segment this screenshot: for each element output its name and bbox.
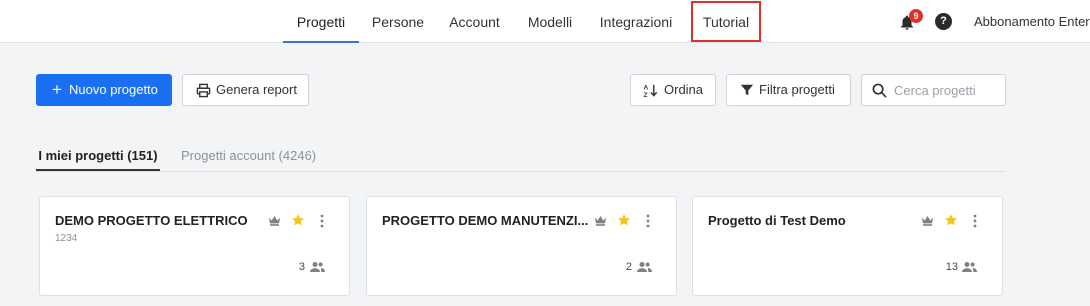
search-input[interactable]	[894, 81, 1002, 99]
svg-text:Z: Z	[644, 92, 648, 98]
new-project-button[interactable]: + Nuovo progetto	[36, 74, 172, 106]
svg-text:A: A	[644, 85, 649, 92]
member-count: 13	[945, 261, 958, 273]
people-icon	[962, 262, 977, 272]
nav-tab-account[interactable]: Account	[443, 0, 506, 43]
help-icon[interactable]: ?	[935, 13, 952, 30]
star-icon[interactable]	[617, 213, 631, 227]
filter-projects-label: Filtra progetti	[759, 82, 835, 97]
project-card[interactable]: Progetto di Test Demo 13	[692, 196, 1003, 296]
nav-tab-integrazioni[interactable]: Integrazioni	[594, 0, 678, 43]
member-count: 2	[625, 261, 632, 273]
nav-tab-persone[interactable]: Persone	[366, 0, 430, 43]
generate-report-button[interactable]: Genera report	[182, 74, 309, 106]
new-project-label: Nuovo progetto	[69, 82, 158, 97]
filter-icon	[740, 84, 754, 96]
crown-icon[interactable]	[594, 215, 607, 226]
generate-report-label: Genera report	[216, 82, 297, 97]
project-card[interactable]: PROGETTO DEMO MANUTENZI... 2	[366, 196, 677, 296]
printer-icon	[196, 83, 211, 98]
more-options-icon[interactable]	[319, 214, 325, 228]
project-title: Progetto di Test Demo	[708, 213, 846, 228]
nav-tab-modelli[interactable]: Modelli	[521, 0, 579, 43]
tutorial-highlight-box	[691, 1, 761, 42]
more-options-icon[interactable]	[645, 214, 651, 228]
project-title: DEMO PROGETTO ELETTRICO	[55, 213, 248, 228]
crown-icon[interactable]	[268, 215, 281, 226]
star-icon[interactable]	[944, 213, 958, 227]
tabs-divider	[36, 171, 1006, 172]
plus-icon: +	[52, 80, 62, 99]
top-navigation-bar: Progetti Persone Account Modelli Integra…	[0, 0, 1090, 43]
sort-button[interactable]: A Z Ordina	[630, 74, 716, 106]
people-icon	[310, 262, 325, 272]
notification-badge: 9	[909, 9, 923, 23]
people-icon	[637, 262, 652, 272]
project-card[interactable]: DEMO PROGETTO ELETTRICO 1234 3	[39, 196, 350, 296]
filter-projects-button[interactable]: Filtra progetti	[726, 74, 851, 106]
tab-account-projects[interactable]: Progetti account (4246)	[181, 140, 316, 171]
search-box[interactable]	[861, 74, 1006, 106]
subscription-link[interactable]: Abbonamento Enter	[974, 0, 1090, 43]
project-title: PROGETTO DEMO MANUTENZI...	[382, 213, 589, 228]
member-count: 3	[298, 261, 305, 273]
star-icon[interactable]	[291, 213, 305, 227]
nav-tab-progetti[interactable]: Progetti	[283, 0, 359, 43]
search-icon	[872, 83, 887, 98]
crown-icon[interactable]	[921, 215, 934, 226]
more-options-icon[interactable]	[972, 214, 978, 228]
tab-my-projects[interactable]: I miei progetti (151)	[36, 140, 160, 171]
project-code: 1234	[55, 233, 78, 244]
sort-icon: A Z	[644, 85, 658, 98]
sort-label: Ordina	[664, 82, 704, 97]
